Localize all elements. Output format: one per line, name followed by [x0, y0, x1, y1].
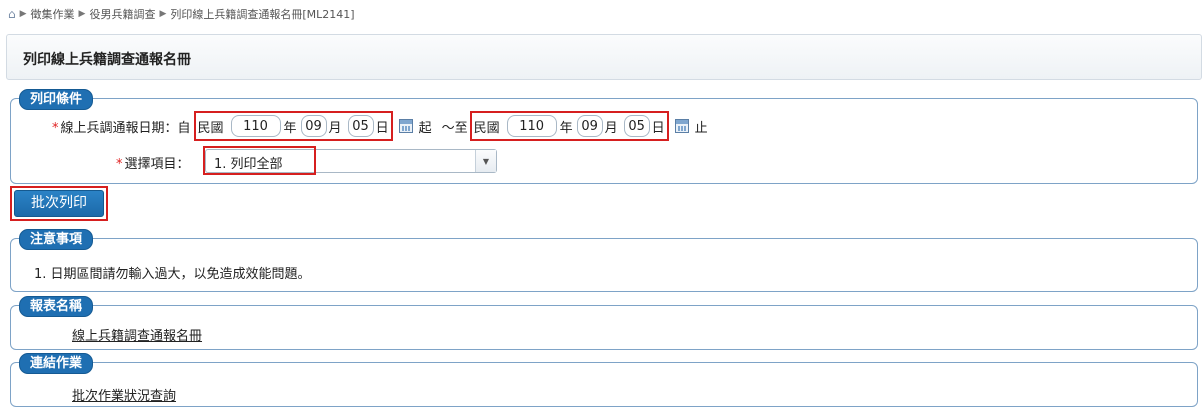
home-icon[interactable]: ⌂: [8, 7, 16, 21]
linked-legend: 連結作業: [19, 353, 94, 374]
to-suffix: 止: [694, 120, 708, 136]
from-date-box: 民國 年 月 日: [193, 111, 393, 141]
to-year-unit: 年: [559, 120, 573, 136]
to-day-input[interactable]: [623, 115, 650, 137]
chevron-right-icon: ▶: [78, 9, 86, 19]
from-year-unit: 年: [283, 120, 297, 136]
chevron-right-icon: ▶: [19, 9, 27, 19]
from-month-unit: 月: [328, 120, 342, 136]
report-link[interactable]: 線上兵籍調查通報名冊: [72, 325, 202, 344]
item-label: 選擇項目：: [124, 157, 190, 172]
breadcrumb-item-2[interactable]: 役男兵籍調查: [89, 6, 155, 22]
notes-legend: 注意事項: [19, 229, 94, 250]
linked-row: 批次作業狀況查詢: [72, 385, 176, 404]
linked-group: 連結作業: [10, 353, 1198, 407]
breadcrumb-item-1[interactable]: 徵集作業: [31, 6, 75, 22]
to-year-input[interactable]: [506, 115, 557, 137]
chevron-down-icon[interactable]: ▼: [475, 150, 496, 172]
batch-print-button[interactable]: 批次列印: [14, 190, 104, 217]
date-range-row: * 線上兵調通報日期：自 民國 年 月 日 起 ～至 民國 年 月 日 止: [52, 111, 708, 141]
batch-status-link[interactable]: 批次作業狀況查詢: [72, 385, 176, 404]
required-mark: *: [52, 120, 59, 136]
item-select[interactable]: 1. 列印全部 ▼: [205, 149, 497, 173]
to-month-input[interactable]: [576, 115, 603, 137]
item-select-value: 1. 列印全部: [214, 157, 283, 172]
from-suffix: 起: [418, 120, 432, 136]
page-title: 列印線上兵籍調查通報名冊: [23, 52, 191, 68]
notes-row: 1. 日期區間請勿輸入過大，以免造成效能問題。: [34, 263, 311, 282]
calendar-icon[interactable]: [674, 119, 689, 133]
breadcrumb: ⌂ ▶ 徵集作業 ▶ 役男兵籍調查 ▶ 列印線上兵籍調查通報名冊[ML2141]: [8, 6, 355, 22]
report-legend: 報表名稱: [19, 296, 94, 317]
to-era: 民國: [473, 120, 500, 136]
item-row: * 選擇項目：: [116, 153, 190, 172]
to-date-box: 民國 年 月 日: [469, 111, 669, 141]
to-label: ～至: [441, 120, 468, 136]
date-label: 線上兵調通報日期：自: [60, 120, 191, 136]
calendar-icon[interactable]: [398, 119, 413, 133]
from-day-input[interactable]: [347, 115, 374, 137]
from-year-input[interactable]: [230, 115, 281, 137]
to-month-unit: 月: [604, 120, 618, 136]
report-row: 線上兵籍調查通報名冊: [72, 325, 202, 344]
panel-header: 列印線上兵籍調查通報名冊: [6, 34, 1202, 80]
batch-print-highlight: 批次列印: [10, 186, 108, 221]
to-day-unit: 日: [651, 120, 665, 136]
from-month-input[interactable]: [300, 115, 327, 137]
notes-text: 1. 日期區間請勿輸入過大，以免造成效能問題。: [34, 267, 311, 282]
required-mark: *: [116, 157, 123, 172]
breadcrumb-item-3: 列印線上兵籍調查通報名冊[ML2141]: [170, 8, 355, 21]
from-era: 民國: [197, 120, 224, 136]
print-conditions-legend: 列印條件: [19, 89, 94, 110]
from-day-unit: 日: [375, 120, 389, 136]
chevron-right-icon: ▶: [159, 9, 167, 19]
